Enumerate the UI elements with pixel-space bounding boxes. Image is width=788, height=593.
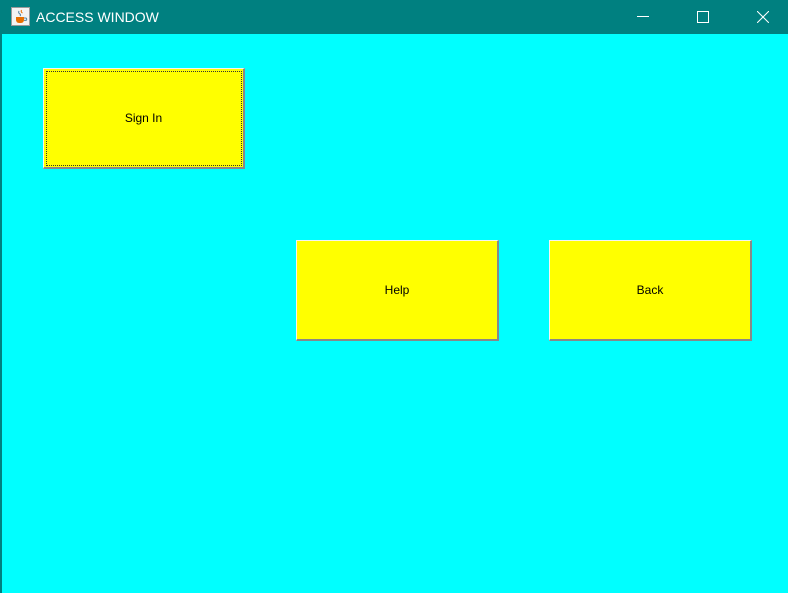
access-window: ACCESS WINDOW Sign In Help Back <box>0 0 788 593</box>
window-border <box>0 34 2 593</box>
sign-in-button[interactable]: Sign In <box>43 68 245 169</box>
java-cup-icon <box>11 7 30 26</box>
back-label: Back <box>636 283 664 297</box>
close-button[interactable] <box>740 0 786 34</box>
back-button[interactable]: Back <box>549 240 752 341</box>
minimize-button[interactable] <box>620 0 666 34</box>
maximize-button[interactable] <box>680 0 726 34</box>
help-label: Help <box>384 283 410 297</box>
close-icon <box>757 11 769 23</box>
minimize-icon <box>637 16 649 17</box>
sign-in-label: Sign In <box>124 111 163 125</box>
title-bar[interactable]: ACCESS WINDOW <box>0 0 788 34</box>
help-button[interactable]: Help <box>296 240 499 341</box>
maximize-icon <box>697 11 709 23</box>
window-title: ACCESS WINDOW <box>36 9 159 25</box>
